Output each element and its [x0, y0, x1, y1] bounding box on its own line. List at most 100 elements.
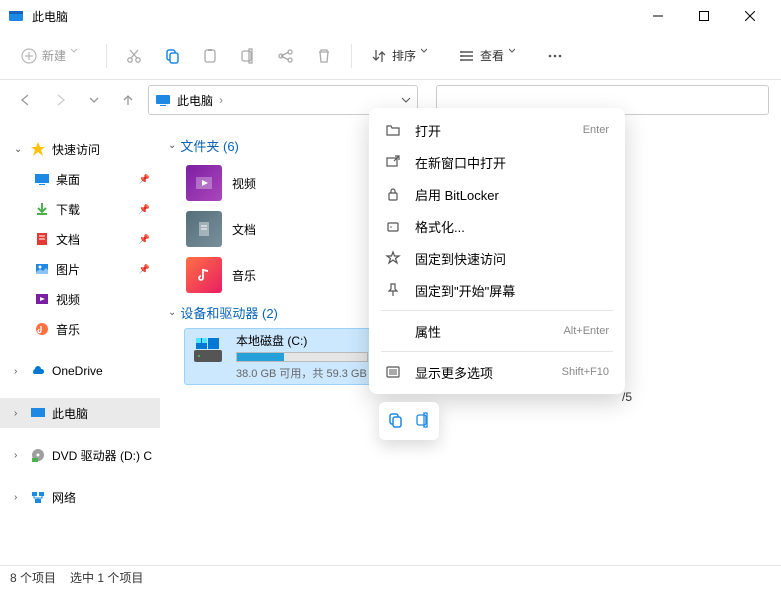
sidebar-pictures[interactable]: 图片 📌 — [0, 254, 160, 284]
section-label: 设备和驱动器 (2) — [180, 303, 278, 322]
ctx-shortcut: Alt+Enter — [563, 325, 609, 337]
sidebar-item-label: 图片 — [56, 261, 80, 278]
drive-c[interactable]: 本地磁盘 (C:) 38.0 GB 可用，共 59.3 GB — [184, 328, 374, 385]
ctx-label: 显示更多选项 — [415, 363, 548, 382]
more-options-icon — [385, 364, 401, 380]
sidebar-onedrive[interactable]: › OneDrive — [0, 356, 160, 386]
view-button[interactable]: 查看 — [450, 40, 534, 72]
ctx-label: 固定到快速访问 — [415, 249, 609, 268]
ctx-new-window[interactable]: 在新窗口中打开 — [375, 146, 619, 178]
copy-button[interactable] — [155, 40, 189, 72]
back-button[interactable] — [12, 86, 40, 114]
pin-icon — [385, 282, 401, 298]
sidebar-music[interactable]: 音乐 — [0, 314, 160, 344]
chevron-down-icon — [420, 47, 438, 65]
sidebar-item-label: 下载 — [56, 201, 80, 218]
ctx-open[interactable]: 打开 Enter — [375, 114, 619, 146]
close-button[interactable] — [727, 0, 773, 32]
separator — [381, 310, 613, 311]
ctx-label: 启用 BitLocker — [415, 185, 609, 204]
more-button[interactable] — [538, 40, 572, 72]
drive-name: 本地磁盘 (C:) — [236, 332, 368, 349]
chevron-down-icon: ⌄ — [14, 144, 24, 155]
sidebar-item-label: 桌面 — [56, 171, 80, 188]
minimize-button[interactable] — [635, 0, 681, 32]
ctx-more-options[interactable]: 显示更多选项 Shift+F10 — [375, 356, 619, 388]
sort-button[interactable]: 排序 — [362, 40, 446, 72]
ctx-label: 格式化... — [415, 217, 609, 236]
address-separator: › — [219, 93, 223, 107]
copy-icon[interactable] — [386, 411, 404, 432]
share-button[interactable] — [269, 40, 303, 72]
sidebar-dvd[interactable]: › DVD 驱动器 (D:) CP — [0, 440, 160, 470]
sort-label: 排序 — [392, 47, 416, 64]
rename-icon[interactable] — [414, 411, 432, 432]
ctx-pin-start[interactable]: 固定到"开始"屏幕 — [375, 274, 619, 306]
chevron-down-icon — [508, 47, 526, 65]
sidebar-item-label: OneDrive — [52, 364, 103, 378]
delete-button[interactable] — [307, 40, 341, 72]
drive-subtitle: 38.0 GB 可用，共 59.3 GB — [236, 365, 368, 381]
sidebar-network[interactable]: › 网络 — [0, 482, 160, 512]
statusbar: 8 个项目 选中 1 个项目 — [0, 565, 781, 589]
chevron-right-icon: › — [14, 408, 24, 419]
sidebar: ⌄ 快速访问 桌面 📌 下载 📌 文档 📌 图片 📌 视频 — [0, 120, 160, 565]
sidebar-downloads[interactable]: 下载 📌 — [0, 194, 160, 224]
lock-icon — [385, 186, 401, 202]
sidebar-this-pc[interactable]: › 此电脑 — [0, 398, 160, 428]
pin-icon: 📌 — [139, 264, 150, 275]
new-window-icon — [385, 154, 401, 170]
drive-info: 本地磁盘 (C:) 38.0 GB 可用，共 59.3 GB — [236, 332, 368, 381]
sidebar-item-label: 视频 — [56, 291, 80, 308]
new-button[interactable]: 新建 — [12, 40, 96, 72]
ctx-shortcut: Shift+F10 — [562, 366, 609, 378]
sidebar-desktop[interactable]: 桌面 📌 — [0, 164, 160, 194]
star-icon — [385, 250, 401, 266]
video-icon — [34, 291, 50, 307]
folder-label: 视频 — [232, 175, 256, 192]
folder-documents[interactable]: 文档 — [184, 207, 354, 251]
status-count: 8 个项目 — [10, 569, 56, 586]
format-icon — [385, 218, 401, 234]
folder-music[interactable]: 音乐 — [184, 253, 354, 297]
ctx-pin-quick[interactable]: 固定到快速访问 — [375, 242, 619, 274]
pin-icon: 📌 — [139, 204, 150, 215]
up-button[interactable] — [114, 86, 142, 114]
sidebar-item-label: 快速访问 — [52, 141, 100, 158]
chevron-down-icon[interactable] — [401, 95, 411, 105]
ctx-format[interactable]: 格式化... — [375, 210, 619, 242]
pin-icon: 📌 — [139, 234, 150, 245]
status-selection: 选中 1 个项目 — [70, 569, 143, 586]
separator — [381, 351, 613, 352]
recent-button[interactable] — [80, 86, 108, 114]
pc-icon — [155, 92, 171, 108]
new-label: 新建 — [42, 47, 66, 64]
ctx-properties[interactable]: 属性 Alt+Enter — [375, 315, 619, 347]
forward-button[interactable] — [46, 86, 74, 114]
sidebar-videos[interactable]: 视频 — [0, 284, 160, 314]
network-icon — [30, 489, 46, 505]
sidebar-quick-access[interactable]: ⌄ 快速访问 — [0, 134, 160, 164]
paste-button[interactable] — [193, 40, 227, 72]
folder-label: 文档 — [232, 221, 256, 238]
folder-videos[interactable]: 视频 — [184, 161, 354, 205]
ctx-shortcut: Enter — [583, 124, 609, 136]
chevron-down-icon: ⌄ — [168, 307, 176, 318]
ctx-bitlocker[interactable]: 启用 BitLocker — [375, 178, 619, 210]
desktop-icon — [34, 171, 50, 187]
sidebar-item-label: DVD 驱动器 (D:) CP — [52, 447, 152, 464]
maximize-button[interactable] — [681, 0, 727, 32]
music-folder-icon — [186, 257, 222, 293]
window-controls — [635, 0, 773, 32]
toolbar: 新建 排序 查看 — [0, 32, 781, 80]
document-icon — [34, 231, 50, 247]
cut-button[interactable] — [117, 40, 151, 72]
sidebar-documents[interactable]: 文档 📌 — [0, 224, 160, 254]
app-icon — [8, 8, 24, 24]
ctx-mini-toolbar — [379, 402, 439, 440]
rename-button[interactable] — [231, 40, 265, 72]
pc-icon — [30, 405, 46, 421]
window-title: 此电脑 — [32, 8, 635, 25]
context-menu: 打开 Enter 在新窗口中打开 启用 BitLocker 格式化... 固定到… — [369, 108, 625, 394]
drive-capacity-bar — [236, 352, 368, 362]
